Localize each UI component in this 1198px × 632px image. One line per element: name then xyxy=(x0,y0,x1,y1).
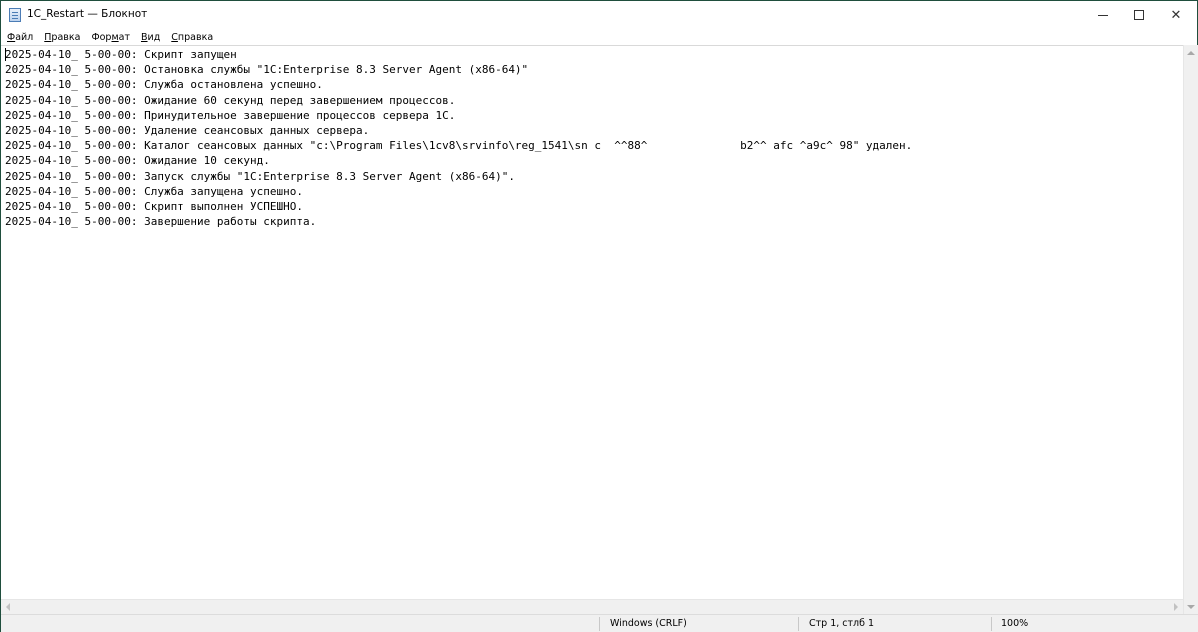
horizontal-scrollbar[interactable] xyxy=(1,599,1183,614)
text-line: 2025-04-10_ 5-00-00: Завершение работы с… xyxy=(5,215,317,229)
text-line: 2025-04-10_ 5-00-00: Остановка службы "1… xyxy=(5,63,529,77)
menu-file[interactable]: Файл xyxy=(7,32,33,43)
maximize-icon xyxy=(1134,10,1144,20)
text-line: 2025-04-10_ 5-00-00: Удаление сеансовых … xyxy=(5,124,370,138)
text-line: 2025-04-10_ 5-00-00: Ожидание 60 секунд … xyxy=(5,93,456,107)
text-line: 2025-04-10_ 5-00-00: Скрипт выполнен УСП… xyxy=(5,200,304,214)
scroll-up-icon[interactable] xyxy=(1187,51,1195,55)
minimize-icon xyxy=(1098,14,1108,16)
editor-content[interactable]: 2025-04-10_ 5-00-00: Скрипт запущен 2025… xyxy=(5,47,912,229)
notepad-window: 1C_Restart — Блокнот ✕ Файл Правка Форма… xyxy=(0,0,1198,632)
text-line: 2025-04-10_ 5-00-00: Запуск службы "1C:E… xyxy=(5,169,515,183)
menu-format[interactable]: Формат xyxy=(91,32,130,43)
status-divider xyxy=(599,617,600,631)
menu-view[interactable]: Вид xyxy=(141,32,160,43)
scroll-down-icon[interactable] xyxy=(1187,605,1195,609)
text-line: 2025-04-10_ 5-00-00: Ожидание 10 секунд. xyxy=(5,154,270,168)
text-line: 2025-04-10_ 5-00-00: Скрипт запущен xyxy=(5,48,237,61)
text-editor[interactable]: 2025-04-10_ 5-00-00: Скрипт запущен 2025… xyxy=(1,45,1183,599)
status-divider xyxy=(798,617,799,631)
menu-help[interactable]: Справка xyxy=(171,32,213,43)
menu-bar: Файл Правка Формат Вид Справка xyxy=(1,29,1197,45)
text-line: 2025-04-10_ 5-00-00: Служба запущена усп… xyxy=(5,184,304,198)
status-divider xyxy=(991,617,992,631)
vertical-scrollbar[interactable] xyxy=(1183,45,1198,615)
text-line: 2025-04-10_ 5-00-00: Каталог сеансовых д… xyxy=(5,139,913,153)
status-bar: Windows (CRLF) Стр 1, стлб 1 100% xyxy=(1,614,1198,632)
status-zoom: 100% xyxy=(1001,618,1029,629)
scroll-right-icon[interactable] xyxy=(1174,603,1178,611)
status-cursor-position: Стр 1, стлб 1 xyxy=(809,618,875,629)
text-line: 2025-04-10_ 5-00-00: Принудительное заве… xyxy=(5,108,456,122)
text-line: 2025-04-10_ 5-00-00: Служба остановлена … xyxy=(5,78,323,92)
status-encoding: Windows (CRLF) xyxy=(610,618,687,629)
scroll-left-icon[interactable] xyxy=(6,603,10,611)
menu-edit[interactable]: Правка xyxy=(44,32,80,43)
window-title: 1C_Restart — Блокнот xyxy=(27,8,148,20)
close-icon: ✕ xyxy=(1170,7,1182,23)
title-bar[interactable]: 1C_Restart — Блокнот ✕ xyxy=(1,1,1197,29)
notepad-icon[interactable] xyxy=(9,8,21,22)
close-button[interactable]: ✕ xyxy=(1153,1,1198,29)
text-caret xyxy=(5,48,6,61)
